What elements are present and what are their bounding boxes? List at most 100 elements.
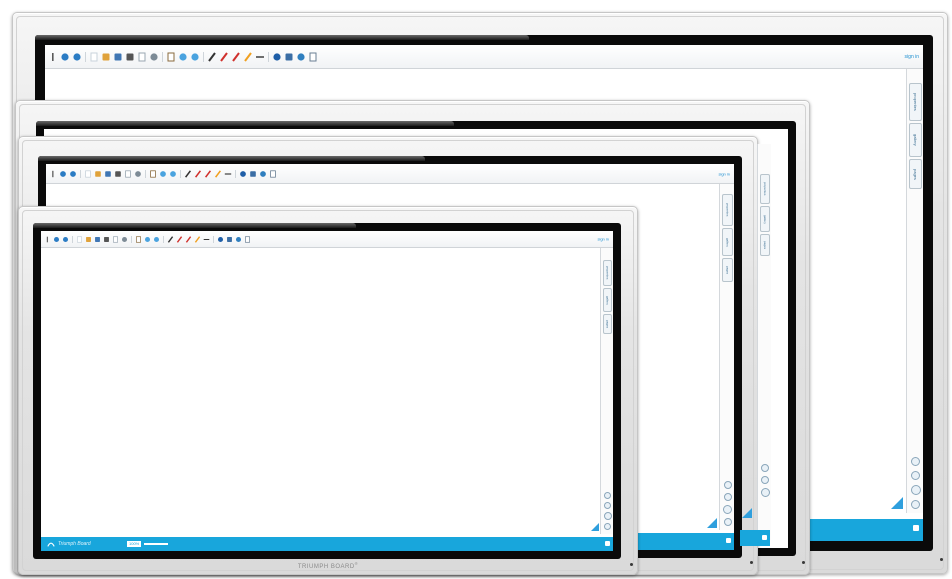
presenter-icon[interactable] (308, 52, 318, 62)
navigation-controls[interactable] (603, 492, 612, 530)
highlighter-icon[interactable] (204, 169, 212, 178)
screen-shade-icon[interactable] (137, 52, 147, 62)
new-page-icon[interactable] (76, 235, 83, 243)
undo-icon[interactable] (59, 170, 67, 178)
magnifier-icon[interactable] (149, 52, 159, 62)
tab-properties[interactable]: properties (909, 83, 922, 121)
page-curl-icon[interactable] (742, 508, 752, 518)
magnifier-icon[interactable] (121, 236, 128, 243)
tab-pages[interactable]: pages (603, 314, 612, 334)
screen-shade-icon[interactable] (124, 169, 132, 178)
status-corner-button[interactable] (762, 535, 767, 540)
next-page-icon[interactable] (153, 236, 160, 243)
eraser-icon[interactable] (272, 52, 282, 62)
clipboard-icon[interactable] (149, 169, 157, 178)
page-nav-icon[interactable] (760, 488, 770, 497)
zoom-in-icon[interactable] (911, 457, 920, 466)
save-icon[interactable] (104, 170, 112, 178)
navigation-controls[interactable] (722, 481, 733, 526)
globe-icon[interactable] (296, 52, 306, 62)
redo-icon[interactable] (62, 236, 69, 243)
marker-icon[interactable] (214, 169, 222, 178)
page-nav-icon[interactable] (723, 505, 732, 514)
zoom-out-icon[interactable] (723, 493, 732, 501)
eraser-icon[interactable] (217, 236, 224, 243)
tab-pages[interactable]: pages (760, 234, 770, 256)
previous-page-icon[interactable] (159, 170, 167, 178)
marker-icon[interactable] (243, 51, 253, 62)
zoom-out-icon[interactable] (761, 476, 769, 484)
zoom-out-icon[interactable] (604, 502, 611, 509)
status-corner-button[interactable] (726, 538, 731, 543)
navigation-controls[interactable] (909, 457, 922, 509)
next-page-icon[interactable] (169, 170, 177, 178)
scroll-down-icon[interactable] (911, 500, 920, 509)
clipboard-icon[interactable] (166, 52, 176, 62)
menu-icon[interactable] (49, 170, 57, 178)
menu-icon[interactable] (44, 236, 51, 243)
status-corner-button[interactable] (605, 541, 610, 546)
globe-icon[interactable] (235, 236, 242, 243)
new-page-icon[interactable] (89, 52, 99, 62)
highlighter-icon[interactable] (231, 51, 241, 62)
red-pen-icon[interactable] (219, 51, 229, 62)
previous-page-icon[interactable] (144, 236, 151, 243)
page-curl-icon[interactable] (707, 518, 717, 528)
screen-shade-icon[interactable] (112, 235, 119, 243)
navigation-controls[interactable] (760, 464, 770, 497)
sign-in-link[interactable]: sign in (718, 172, 730, 177)
print-icon[interactable] (103, 236, 110, 243)
tab-properties[interactable]: properties (603, 260, 612, 286)
print-icon[interactable] (125, 52, 135, 62)
zoom-out-icon[interactable] (911, 471, 920, 480)
new-page-icon[interactable] (84, 169, 92, 178)
text-icon[interactable] (226, 236, 233, 243)
page-nav-icon[interactable] (603, 512, 612, 520)
sign-in-link[interactable]: sign in (597, 237, 609, 242)
marker-icon[interactable] (194, 235, 201, 243)
highlighter-icon[interactable] (185, 235, 192, 243)
tab-pages[interactable]: pages (909, 159, 922, 189)
red-pen-icon[interactable] (176, 235, 183, 243)
tab-gallery[interactable]: gallery (603, 288, 612, 312)
next-page-icon[interactable] (190, 52, 200, 62)
open-folder-icon[interactable] (101, 52, 111, 62)
zoom-slider[interactable] (144, 543, 169, 545)
clipboard-icon[interactable] (135, 235, 142, 243)
zoom-value[interactable]: 100% (127, 541, 142, 547)
red-pen-icon[interactable] (194, 169, 202, 178)
page-curl-icon[interactable] (891, 497, 903, 509)
tab-gallery[interactable]: gallery (760, 206, 770, 232)
status-corner-button[interactable] (913, 525, 919, 531)
tab-gallery[interactable]: gallery (909, 123, 922, 157)
tab-gallery[interactable]: gallery (722, 228, 733, 256)
undo-icon[interactable] (53, 236, 60, 243)
tab-properties[interactable]: properties (760, 174, 770, 204)
undo-icon[interactable] (60, 52, 70, 62)
presenter-icon[interactable] (269, 169, 277, 178)
save-icon[interactable] (113, 52, 123, 62)
scroll-down-icon[interactable] (604, 523, 611, 530)
page-nav-icon[interactable] (910, 485, 921, 495)
scroll-down-icon[interactable] (723, 518, 732, 526)
globe-icon[interactable] (259, 170, 267, 178)
redo-icon[interactable] (69, 170, 77, 178)
print-icon[interactable] (114, 170, 122, 178)
open-folder-icon[interactable] (85, 236, 92, 243)
eraser-icon[interactable] (239, 170, 247, 178)
open-folder-icon[interactable] (94, 170, 102, 178)
menu-icon[interactable] (48, 52, 58, 62)
zoom-in-icon[interactable] (723, 481, 732, 489)
pen-icon[interactable] (207, 51, 217, 62)
tab-pages[interactable]: pages (722, 258, 733, 282)
tab-properties[interactable]: properties (722, 194, 733, 226)
text-icon[interactable] (249, 170, 257, 178)
magnifier-icon[interactable] (134, 170, 142, 178)
pen-icon[interactable] (167, 235, 174, 243)
presenter-icon[interactable] (244, 235, 251, 243)
page-curl-icon[interactable] (591, 523, 599, 531)
previous-page-icon[interactable] (178, 52, 188, 62)
line-icon[interactable] (203, 236, 210, 243)
text-icon[interactable] (284, 52, 294, 62)
zoom-in-icon[interactable] (761, 464, 769, 472)
